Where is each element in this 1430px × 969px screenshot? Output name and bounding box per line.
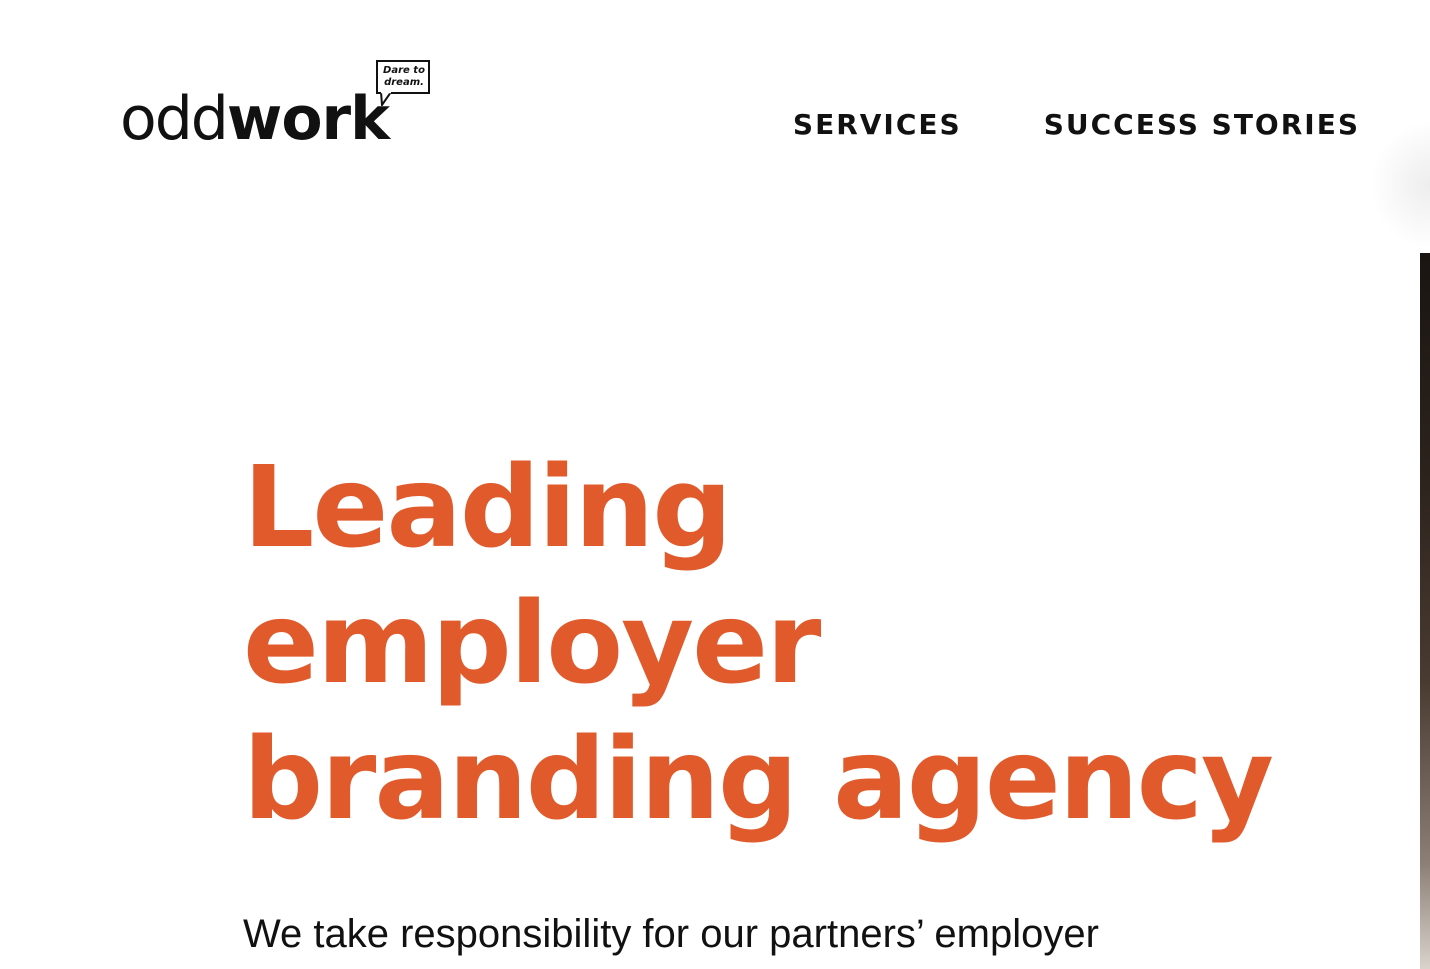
logo-tagline: Dare to dream. bbox=[383, 65, 425, 88]
main-nav: SERVICES SUCCESS STORIES bbox=[793, 105, 1360, 145]
logo-speech-bubble: Dare to dream. bbox=[376, 60, 430, 94]
hero-subtitle: We take responsibility for our partners’… bbox=[243, 912, 1099, 956]
hero-title: Leading employer branding agency bbox=[243, 440, 1274, 848]
nav-link-success-stories[interactable]: SUCCESS STORIES bbox=[1044, 105, 1360, 145]
hero-image-edge bbox=[1420, 253, 1430, 969]
oddwork-logo[interactable]: oddwork Dare to dream. bbox=[120, 60, 440, 160]
hero-title-line-3: branding agency bbox=[243, 715, 1274, 845]
nav-link-services[interactable]: SERVICES bbox=[793, 105, 962, 145]
logo-wordmark: oddwork bbox=[120, 84, 390, 154]
logo-text-bold: work bbox=[226, 84, 390, 154]
hero-title-line-2: employer bbox=[243, 579, 821, 709]
speech-bubble-tail-icon bbox=[380, 92, 392, 106]
logo-text-light: odd bbox=[120, 84, 229, 154]
hero-title-line-1: Leading bbox=[243, 443, 732, 573]
edge-shadow bbox=[1370, 120, 1430, 250]
